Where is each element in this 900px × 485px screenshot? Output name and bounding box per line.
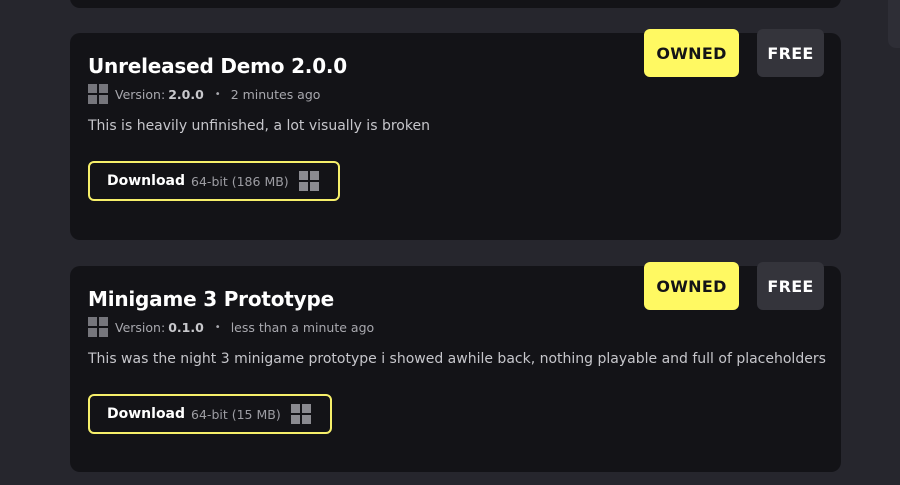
version-number: 0.1.0 — [168, 319, 204, 335]
upload-meta: Version: 2.0.0 • 2 minutes ago — [88, 84, 320, 104]
download-label: Download — [107, 173, 186, 189]
upload-title: Unreleased Demo 2.0.0 — [88, 54, 348, 78]
upload-title: Minigame 3 Prototype — [88, 287, 334, 311]
upload-card: Minigame 3 Prototype Version: 0.1.0 • le… — [70, 262, 841, 472]
upload-time: 2 minutes ago — [230, 86, 321, 102]
scrollbar[interactable] — [888, 0, 900, 48]
windows-icon — [290, 404, 311, 424]
free-badge: FREE — [757, 29, 824, 77]
upload-card: Unreleased Demo 2.0.0 Version: 2.0.0 • 2… — [70, 29, 841, 240]
upload-description: This was the night 3 minigame prototype … — [88, 351, 826, 367]
upload-meta: Version: 0.1.0 • less than a minute ago — [88, 317, 374, 337]
download-size: 64-bit (186 MB) — [191, 173, 289, 189]
previous-card — [70, 0, 841, 8]
download-button[interactable]: Download 64-bit (15 MB) — [88, 394, 332, 434]
version-label: Version: — [115, 86, 166, 102]
upload-time: less than a minute ago — [230, 319, 375, 335]
owned-badge: OWNED — [644, 262, 739, 310]
download-button[interactable]: Download 64-bit (186 MB) — [88, 161, 340, 201]
windows-icon — [298, 171, 319, 191]
download-size: 64-bit (15 MB) — [191, 406, 281, 422]
download-label: Download — [107, 406, 186, 422]
windows-icon — [88, 317, 108, 337]
version-label: Version: — [115, 319, 166, 335]
free-badge: FREE — [757, 262, 824, 310]
owned-badge: OWNED — [644, 29, 739, 77]
windows-icon — [88, 84, 108, 104]
version-number: 2.0.0 — [168, 86, 204, 102]
separator-dot: • — [214, 321, 221, 333]
separator-dot: • — [214, 88, 221, 100]
upload-description: This is heavily unfinished, a lot visual… — [88, 118, 430, 134]
